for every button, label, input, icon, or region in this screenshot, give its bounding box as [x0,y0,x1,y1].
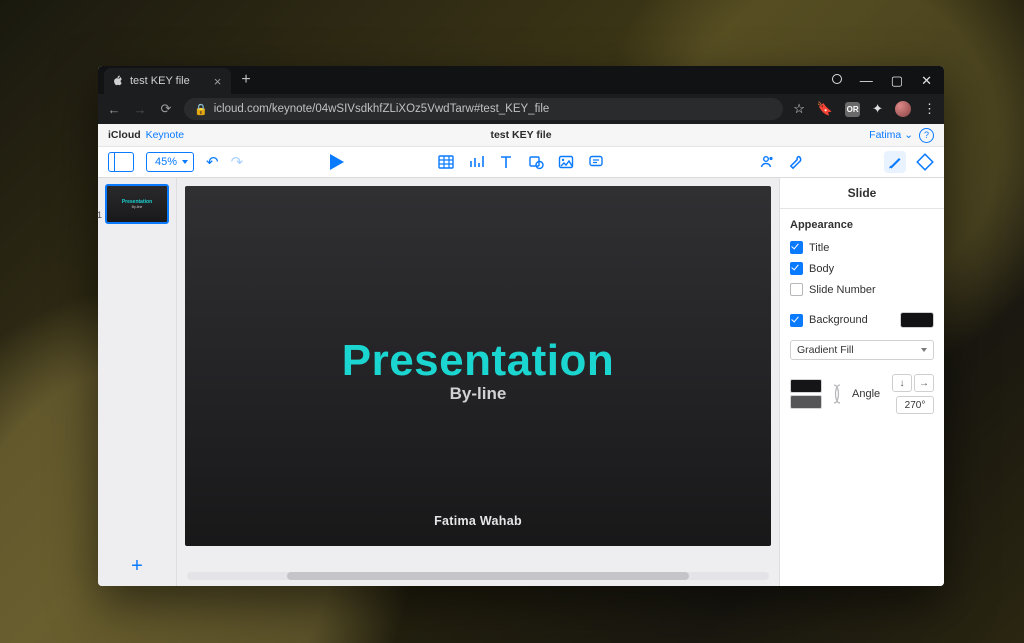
collaborate-icon[interactable] [758,154,774,170]
bookmark-icon[interactable]: ☆ [793,101,805,117]
menu-icon[interactable]: ⋮ [923,101,936,117]
extension-or-icon[interactable]: OR [845,102,860,117]
icloud-brand[interactable]: iCloud Keynote [108,129,184,141]
profile-avatar[interactable] [895,101,911,117]
text-icon[interactable] [498,154,514,170]
tab-title: test KEY file [130,75,190,87]
gradient-color-1[interactable] [790,379,822,393]
user-menu[interactable]: Fatima ⌄ [869,129,913,141]
background-checkbox-row[interactable]: Background [790,314,868,327]
background-preview-swatch[interactable] [900,312,934,328]
slide-canvas-area[interactable]: Presentation By-line Fatima Wahab [177,178,779,586]
url-field[interactable]: 🔒 icloud.com/keynote/04wSIVsdkhfZLiXOz5V… [184,98,783,120]
apple-icon [112,75,124,87]
media-icon[interactable] [558,154,574,170]
new-tab-button[interactable]: + [231,71,260,89]
desktop-wallpaper: test KEY file × + — ▢ ✕ ← → ⟳ 🔒 icloud.c… [0,0,1024,643]
add-slide-button[interactable]: + [131,555,143,578]
back-button[interactable]: ← [106,102,122,117]
close-button[interactable]: ✕ [921,74,932,87]
checkbox-title-label: Title [809,242,829,254]
checkbox-body[interactable] [790,262,803,275]
view-options-button[interactable] [108,152,134,172]
slide-canvas[interactable]: Presentation By-line Fatima Wahab [185,186,771,546]
gradient-color-2[interactable] [790,395,822,409]
browser-tab[interactable]: test KEY file × [104,68,231,94]
background-label: Background [809,314,868,326]
icloud-header: iCloud Keynote test KEY file Fatima ⌄ ? [98,124,944,147]
angle-label: Angle [852,388,880,400]
minimize-button[interactable]: — [860,74,873,87]
checkbox-slide-number-label: Slide Number [809,284,876,296]
horizontal-scrollbar[interactable] [187,572,769,580]
checkbox-body-label: Body [809,263,834,275]
slidenum-checkbox-row[interactable]: Slide Number [790,283,934,296]
keynote-toolbar: 45% ↶ ↷ [98,147,944,178]
close-icon[interactable]: × [214,74,222,89]
extension-tag-icon[interactable]: 🔖 [817,101,833,117]
tools-icon[interactable] [788,154,804,170]
thumb-subtitle: By-line [132,205,143,209]
browser-tabstrip: test KEY file × + — ▢ ✕ [98,66,944,94]
inspector-tab-slide[interactable]: Slide [780,178,944,209]
appearance-heading: Appearance [790,219,934,231]
angle-right-button[interactable]: → [914,374,934,392]
shape-icon[interactable] [528,154,544,170]
maximize-button[interactable]: ▢ [891,74,903,87]
help-icon[interactable]: ? [919,128,934,143]
fill-type-select[interactable]: Gradient Fill [790,340,934,360]
url-text: icloud.com/keynote/04wSIVsdkhfZLiXOz5Vwd… [214,103,550,115]
angle-down-button[interactable]: ↓ [892,374,912,392]
slide-number-label: 1 [98,210,102,220]
play-button[interactable] [325,151,347,173]
slide-thumbnail[interactable]: Presentation By-line [105,184,169,224]
slide-subtitle[interactable]: By-line [450,384,507,404]
chrome-window: test KEY file × + — ▢ ✕ ← → ⟳ 🔒 icloud.c… [98,66,944,586]
angle-value-field[interactable]: 270° [896,396,934,414]
workspace: 1 Presentation By-line + Presentation By… [98,178,944,586]
format-inspector: Slide Appearance Title Body Slide Number [779,178,944,586]
body-checkbox-row[interactable]: Body [790,262,934,275]
lock-icon: 🔒 [194,103,208,116]
chevron-down-icon: ⌄ [904,129,913,141]
format-pane-button[interactable] [884,151,906,173]
slide-title[interactable]: Presentation [342,336,615,386]
browser-addressbar: ← → ⟳ 🔒 icloud.com/keynote/04wSIVsdkhfZL… [98,94,944,124]
swap-colors-icon[interactable] [830,381,844,407]
checkbox-title[interactable] [790,241,803,254]
slide-navigator: 1 Presentation By-line + [98,178,177,586]
forward-button: → [132,102,148,117]
document-title[interactable]: test KEY file [490,129,551,141]
zoom-select[interactable]: 45% [146,152,194,172]
undo-button[interactable]: ↶ [206,153,219,171]
redo-button: ↷ [231,153,244,171]
record-indicator-icon [832,74,842,84]
checkbox-background[interactable] [790,314,803,327]
insert-tools [438,154,604,170]
checkbox-slide-number[interactable] [790,283,803,296]
table-icon[interactable] [438,154,454,170]
comment-icon[interactable] [588,154,604,170]
extensions-icon[interactable]: ✦ [872,101,883,117]
title-checkbox-row[interactable]: Title [790,241,934,254]
reload-button[interactable]: ⟳ [158,101,174,117]
window-controls: — ▢ ✕ [832,74,944,87]
slide-author[interactable]: Fatima Wahab [434,514,522,528]
animate-pane-button[interactable] [916,153,934,171]
chart-icon[interactable] [468,154,484,170]
